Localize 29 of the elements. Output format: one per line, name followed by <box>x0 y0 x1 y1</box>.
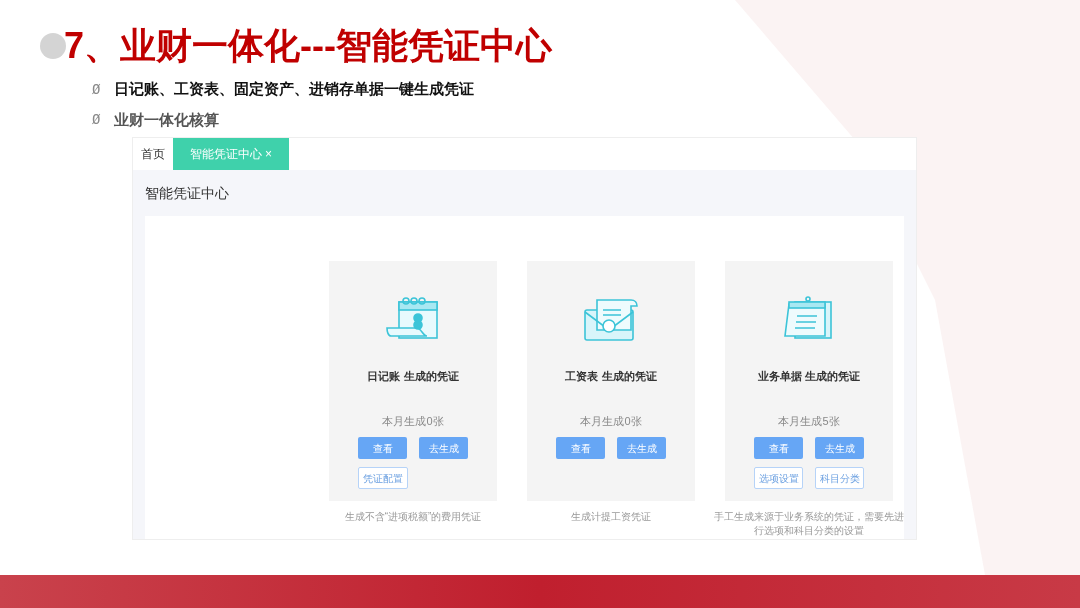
monthly-count: 本月生成5张 <box>778 413 840 429</box>
tab-close-button[interactable]: × <box>265 145 272 163</box>
bullet-text: 业财一体化核算 <box>114 109 220 130</box>
card-title: 工资表 生成的凭证 <box>565 369 657 384</box>
bullet-text: 日记账、工资表、固定资产、进销存单据一键生成凭证 <box>114 79 475 99</box>
action-button[interactable]: 凭证配置 <box>358 467 408 489</box>
action-button[interactable]: 去生成 <box>419 437 468 459</box>
card-description: 手工生成来源于业务系统的凭证，需要先进行选项和科目分类的设置 <box>713 510 905 538</box>
card-title: 日记账 生成的凭证 <box>367 369 459 384</box>
action-button[interactable]: 查看 <box>358 437 407 459</box>
envelope-icon <box>583 296 639 342</box>
action-button[interactable]: 选项设置 <box>754 467 803 489</box>
tab[interactable]: 智能凭证中心 × <box>173 138 289 170</box>
action-button[interactable]: 科目分类 <box>815 467 864 489</box>
card-title: 业务单据 生成的凭证 <box>757 369 861 384</box>
card-description: 生成不含“进项税额”的费用凭证 <box>343 510 483 524</box>
monthly-count: 本月生成0张 <box>382 413 444 429</box>
page-title: 智能凭证中心 <box>145 183 229 203</box>
monthly-count: 本月生成0张 <box>580 413 642 429</box>
bullet-marker: Ø <box>92 110 101 130</box>
card-description: 生成计提工资凭证 <box>570 510 652 524</box>
bullet-marker: Ø <box>92 79 101 99</box>
action-button[interactable]: 去生成 <box>617 437 666 459</box>
action-button[interactable]: 去生成 <box>815 437 864 459</box>
action-button[interactable]: 查看 <box>754 437 803 459</box>
slide-title: 7、业财一体化---智能凭证中心 <box>64 28 552 64</box>
calendar-icon <box>385 296 441 342</box>
tab[interactable]: 首页 <box>133 138 173 170</box>
action-button[interactable]: 查看 <box>556 437 605 459</box>
